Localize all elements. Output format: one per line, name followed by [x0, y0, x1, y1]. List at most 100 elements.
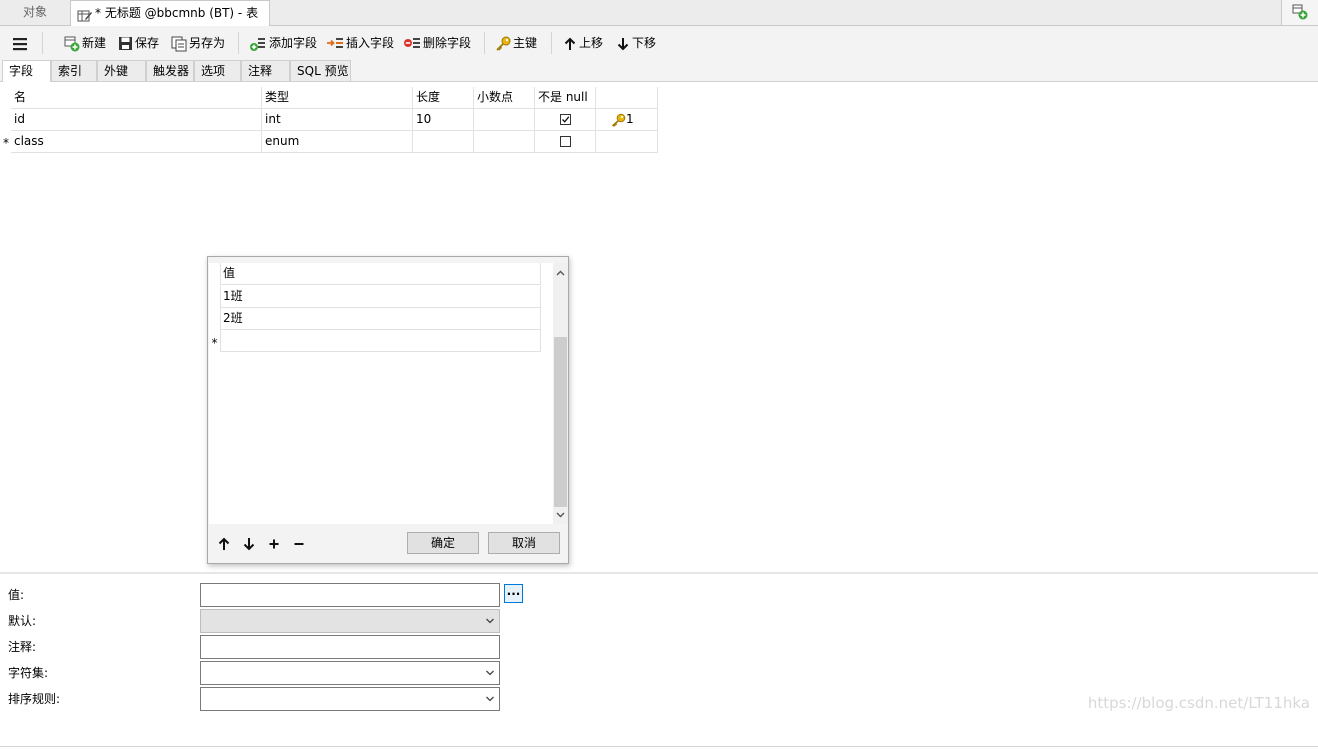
tab-triggers[interactable]: 触发器 [146, 60, 194, 81]
toolbar-separator [484, 32, 485, 54]
field-decimals-cell[interactable] [474, 109, 535, 131]
delete-field-label: 删除字段 [423, 36, 472, 50]
column-header-type[interactable]: 类型 [262, 87, 413, 109]
watermark: https://blog.csdn.net/LT11hka [1087, 694, 1310, 712]
tab-options[interactable]: 选项 [194, 60, 241, 81]
row-marker: * [3, 136, 9, 150]
move-value-up-button[interactable] [217, 537, 235, 553]
move-up-button[interactable]: 上移 [563, 32, 603, 54]
move-up-label: 上移 [579, 36, 604, 50]
tab-table-design[interactable]: * 无标题 @bbcmnb (BT) - 表 [70, 0, 270, 26]
plus-icon [269, 539, 279, 549]
menu-button[interactable] [12, 32, 30, 54]
add-field-button[interactable]: 添加字段 [249, 32, 317, 54]
enum-column-header[interactable]: 值 [221, 263, 541, 285]
key-cell[interactable]: 1 [596, 109, 658, 131]
arrow-up-icon [564, 37, 576, 50]
check-icon [562, 116, 570, 123]
enum-list-header: 值 [209, 263, 541, 285]
collation-label: 排序规则: [8, 692, 61, 706]
arrow-down-icon [243, 538, 255, 551]
list-item-new[interactable]: * [209, 330, 541, 352]
primary-key-button[interactable]: 主键 [495, 32, 537, 54]
toolbar-separator [551, 32, 552, 54]
toolbar-separator [42, 32, 43, 54]
value-input[interactable] [200, 583, 500, 607]
save-as-button[interactable]: 另存为 [171, 32, 225, 54]
key-cell[interactable] [596, 131, 658, 153]
scroll-up-icon[interactable] [555, 267, 566, 279]
enum-values-list: 值 1班 2班 * [209, 263, 568, 524]
enum-value-cell[interactable]: 1班 [221, 286, 541, 308]
field-name-cell[interactable]: class [11, 131, 262, 153]
new-row-marker: * [209, 330, 221, 352]
field-length-cell[interactable]: 10 [413, 109, 474, 131]
table-edit-icon [77, 7, 93, 21]
remove-value-button[interactable] [292, 537, 310, 553]
toolbar: 新建 保存 另存为 添加字段 插入字段 删除字段 主键 上移 下移 [0, 26, 1318, 59]
new-table-icon [64, 36, 80, 51]
save-button[interactable]: 保存 [118, 32, 159, 54]
scroll-down-icon[interactable] [555, 509, 566, 521]
move-down-button[interactable]: 下移 [616, 32, 656, 54]
not-null-cell [535, 131, 596, 153]
add-table-icon [1292, 4, 1308, 20]
floppy-disk-icon [119, 37, 132, 50]
document-tab-bar: 对象 * 无标题 @bbcmnb (BT) - 表 [0, 0, 1318, 26]
scrollbar-thumb[interactable] [554, 337, 567, 507]
list-item[interactable]: 1班 [209, 286, 541, 308]
charset-label: 字符集: [8, 666, 49, 680]
tab-sql-preview[interactable]: SQL 预览 [290, 60, 351, 81]
field-name-cell[interactable]: id [11, 109, 262, 131]
value-label: 值: [8, 588, 25, 602]
collation-select[interactable] [200, 687, 500, 711]
insert-field-icon [327, 37, 343, 48]
cancel-button[interactable]: 取消 [488, 532, 560, 554]
list-item[interactable]: 2班 [209, 308, 541, 330]
move-down-label: 下移 [632, 36, 657, 50]
new-tab-button[interactable] [1281, 0, 1318, 25]
column-header-decimals[interactable]: 小数点 [474, 87, 535, 109]
column-header-name[interactable]: 名 [11, 87, 262, 109]
default-label: 默认: [8, 614, 37, 628]
charset-select[interactable] [200, 661, 500, 685]
enum-values-dialog: 值 1班 2班 * 确定 取消 [207, 256, 569, 564]
column-header-length[interactable]: 长度 [413, 87, 474, 109]
tab-comment[interactable]: 注释 [241, 60, 290, 81]
ok-button[interactable]: 确定 [407, 532, 479, 554]
column-header-key[interactable] [596, 87, 658, 109]
tab-fields[interactable]: 字段 [2, 60, 51, 82]
edit-values-button[interactable]: ... [504, 584, 523, 603]
comment-input[interactable] [200, 635, 500, 659]
primary-key-icon [611, 113, 626, 127]
arrow-down-icon [617, 37, 629, 50]
enum-value-cell[interactable]: 2班 [221, 308, 541, 330]
add-field-icon [250, 37, 265, 51]
tab-title: * 无标题 @bbcmnb (BT) - 表 [95, 6, 259, 20]
not-null-checkbox[interactable] [560, 136, 571, 147]
move-value-down-button[interactable] [242, 537, 260, 553]
field-type-cell[interactable]: enum [262, 131, 413, 153]
chevron-down-icon [486, 670, 494, 676]
tab-indexes[interactable]: 索引 [51, 60, 97, 81]
tab-objects[interactable]: 对象 [0, 0, 70, 25]
field-decimals-cell[interactable] [474, 131, 535, 153]
row-marker [209, 286, 221, 308]
panel-divider[interactable] [0, 572, 1318, 574]
save-button-label: 保存 [135, 36, 160, 50]
not-null-cell [535, 109, 596, 131]
default-select[interactable] [200, 609, 500, 633]
delete-field-icon [404, 37, 420, 48]
enum-value-cell[interactable] [221, 330, 541, 352]
add-value-button[interactable] [267, 537, 285, 553]
field-length-cell[interactable] [413, 131, 474, 153]
hamburger-menu-icon [13, 37, 27, 50]
tab-foreign-keys[interactable]: 外键 [97, 60, 146, 81]
not-null-checkbox[interactable] [560, 114, 571, 125]
field-type-cell[interactable]: int [262, 109, 413, 131]
column-header-not-null[interactable]: 不是 null [535, 87, 596, 109]
new-button[interactable]: 新建 [64, 32, 106, 54]
delete-field-button[interactable]: 删除字段 [403, 32, 471, 54]
insert-field-button[interactable]: 插入字段 [326, 32, 394, 54]
enum-list-scrollbar[interactable] [553, 263, 568, 524]
